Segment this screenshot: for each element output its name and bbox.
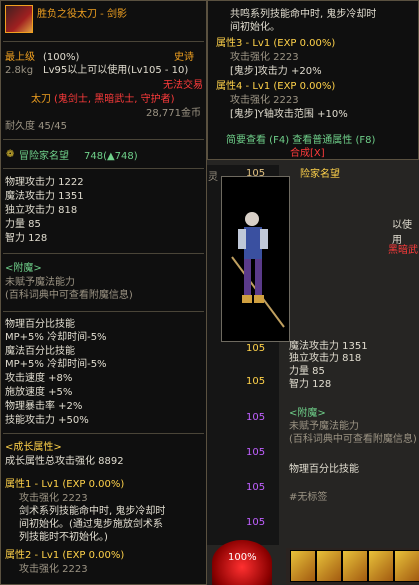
skill-line: 施放速度 +5% — [5, 387, 73, 398]
item-grade-pct: (100%) — [43, 52, 80, 63]
attr4-title: 属性4 - Lv1 (EXP 0.00%) — [216, 81, 336, 92]
item-name: 胜负之役太刀 - 剑影 — [37, 9, 127, 20]
character-preview — [221, 176, 290, 342]
bg-number: 105 — [246, 482, 266, 493]
stat-intelligence: 智力 128 — [5, 233, 48, 244]
item-classes: (鬼剑士, 黑暗武士, 守护者) — [54, 94, 175, 105]
stat-magic-attack: 魔法攻击力 1351 — [5, 191, 84, 202]
attr4-boost: 攻击强化 2223 — [230, 95, 299, 106]
fame-icon: ❁ — [6, 149, 15, 160]
trade-restriction: 无法交易 — [163, 80, 203, 91]
hp-orb-value: 100% — [228, 552, 257, 563]
item-durability: 耐久度 45/45 — [5, 121, 67, 132]
skill-slot[interactable] — [316, 550, 342, 582]
stat-physical-attack: 物理攻击力 1222 — [5, 177, 84, 188]
skill-line: 物理暴击率 +2% — [5, 401, 83, 412]
skill-line: 物理百分比技能 — [5, 319, 75, 330]
divider — [3, 311, 204, 312]
item-tooltip: 胜负之役太刀 - 剑影 最上级 (100%) 史诗 2.8kg Lv95以上可以… — [0, 0, 207, 585]
attr3-title: 属性3 - Lv1 (EXP 0.00%) — [216, 38, 336, 49]
enchant-header: <附魔> — [5, 263, 42, 274]
bg-mage-attack: 魔法攻击力 1351 — [289, 341, 368, 352]
growth-header: <成长属性> — [5, 442, 62, 453]
secondary-tooltip: 共鸣系列技能命中时, 鬼步冷却时 间初始化。 属性3 - Lv1 (EXP 0.… — [207, 0, 419, 160]
bg-pct-skill: 物理百分比技能 — [289, 464, 359, 475]
attr2-title: 属性2 - Lv1 (EXP 0.00%) — [5, 550, 125, 561]
attr3-boost: 攻击强化 2223 — [230, 52, 299, 63]
attr1-desc-line: 列技能时不初始化。) — [19, 532, 108, 543]
bg-enchant-hint: (百科词典中可查看附魔信息) — [289, 434, 417, 445]
divider — [3, 433, 204, 434]
character-figure-icon — [231, 212, 285, 328]
skill-line: 魔法百分比技能 — [5, 346, 75, 357]
divider — [3, 168, 204, 169]
attr1-desc-line: 剑术系列技能命中时, 鬼步冷却时 — [19, 506, 166, 517]
bg-indep-attack: 独立攻击力 818 — [289, 353, 362, 364]
skill-line: 技能攻击力 +50% — [5, 415, 89, 426]
bg-number: 105 — [246, 447, 266, 458]
resonance-desc-line: 共鸣系列技能命中时, 鬼步冷却时 — [230, 9, 377, 20]
skill-line: MP+5% 冷却时间-5% — [5, 332, 107, 343]
growth-total: 成长属性总攻击强化 8892 — [5, 456, 124, 467]
bg-number: 105 — [246, 412, 266, 423]
skill-line: 攻击速度 +8% — [5, 373, 73, 384]
divider — [3, 41, 204, 42]
bg-int: 智力 128 — [289, 379, 332, 390]
skill-slot[interactable] — [342, 550, 368, 582]
stat-independent-attack: 独立攻击力 818 — [5, 205, 78, 216]
bg-number: 105 — [246, 517, 266, 528]
bg-enchant-none: 未赋予魔法能力 — [289, 421, 359, 432]
skill-line: MP+5% 冷却时间-5% — [5, 359, 107, 370]
skill-slot[interactable] — [290, 550, 316, 582]
enchant-none: 未赋予魔法能力 — [5, 277, 75, 288]
bg-enchant-header: <附魔> — [289, 408, 326, 419]
attr1-boost: 攻击强化 2223 — [19, 493, 88, 504]
item-grade: 最上级 — [5, 52, 35, 63]
synthesize-link[interactable]: 合成[X] — [290, 148, 325, 160]
attr3-effect: [鬼步]攻击力 +20% — [230, 66, 322, 77]
bg-str: 力量 85 — [289, 366, 325, 377]
skill-slot[interactable] — [394, 550, 419, 582]
attr4-effect: [鬼步]Y轴攻击范围 +10% — [230, 109, 348, 120]
fame-label: 冒险家名望 — [19, 151, 69, 162]
attr2-boost: 攻击强化 2223 — [19, 564, 88, 575]
attr1-title: 属性1 - Lv1 (EXP 0.00%) — [5, 479, 125, 490]
resonance-desc-line: 间初始化。 — [230, 22, 280, 33]
item-price: 28,771金币 — [146, 108, 201, 119]
item-icon — [5, 5, 33, 33]
fame-value: 748(▲748) — [84, 151, 138, 162]
brief-view-hint[interactable]: 简要查看 (F4) 查看普通属性 (F8) — [226, 135, 375, 147]
item-weight: 2.8kg — [5, 65, 34, 76]
bg-number: 105 — [246, 343, 266, 354]
item-type: 太刀 — [31, 94, 51, 105]
enchant-hint: (百科词典中可查看附魔信息) — [5, 290, 133, 301]
item-rarity: 史诗 — [174, 52, 194, 63]
skill-slot[interactable] — [368, 550, 394, 582]
bg-fame-text: 险家名望 — [300, 169, 340, 180]
bg-number: 105 — [246, 376, 266, 387]
bg-class-text: 黑暗武 — [388, 245, 418, 256]
divider — [3, 253, 204, 254]
bg-label: 灵 — [208, 172, 218, 183]
divider — [3, 139, 204, 140]
attr1-desc-line: 间初始化。(通过鬼步施放剑术系 — [19, 519, 163, 530]
level-requirement: Lv95以上可以使用(Lv105 - 10) — [43, 65, 189, 76]
stat-strength: 力量 85 — [5, 219, 41, 230]
bg-no-tag: #无标签 — [289, 492, 328, 503]
